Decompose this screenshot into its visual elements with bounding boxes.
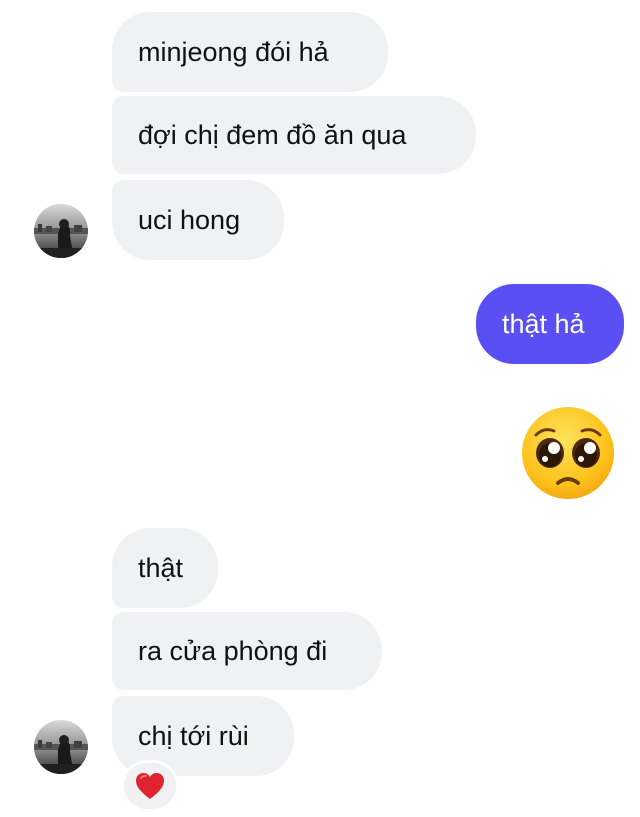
- red-heart-icon: [136, 773, 164, 799]
- message-text: minjeong đói hả: [138, 37, 329, 67]
- message-text: chị tới rùi: [138, 721, 249, 751]
- contact-avatar[interactable]: [34, 720, 88, 774]
- message-text: ra cửa phòng đi: [138, 636, 328, 666]
- message-bubble-incoming[interactable]: minjeong đói hả: [112, 12, 388, 92]
- chat-thread: minjeong đói hả đợi chị đem đồ ăn qua uc…: [0, 0, 640, 817]
- message-bubble-incoming[interactable]: ra cửa phòng đi: [112, 612, 382, 690]
- message-text: đợi chị đem đồ ăn qua: [138, 120, 407, 150]
- message-text: thật hả: [502, 309, 585, 339]
- message-bubble-outgoing[interactable]: thật hả: [476, 284, 624, 364]
- message-bubble-incoming[interactable]: đợi chị đem đồ ăn qua: [112, 96, 476, 174]
- contact-avatar[interactable]: [34, 204, 88, 258]
- message-bubble-incoming[interactable]: uci hong: [112, 180, 284, 260]
- pleading-face-emoji[interactable]: [520, 405, 616, 501]
- message-reaction[interactable]: [121, 760, 179, 812]
- avatar-photo-icon: [34, 720, 88, 774]
- message-text: uci hong: [138, 205, 241, 235]
- message-text: thật: [138, 553, 184, 583]
- message-bubble-incoming[interactable]: thật: [112, 528, 218, 608]
- avatar-photo-icon: [34, 204, 88, 258]
- pleading-face-icon: [522, 407, 614, 499]
